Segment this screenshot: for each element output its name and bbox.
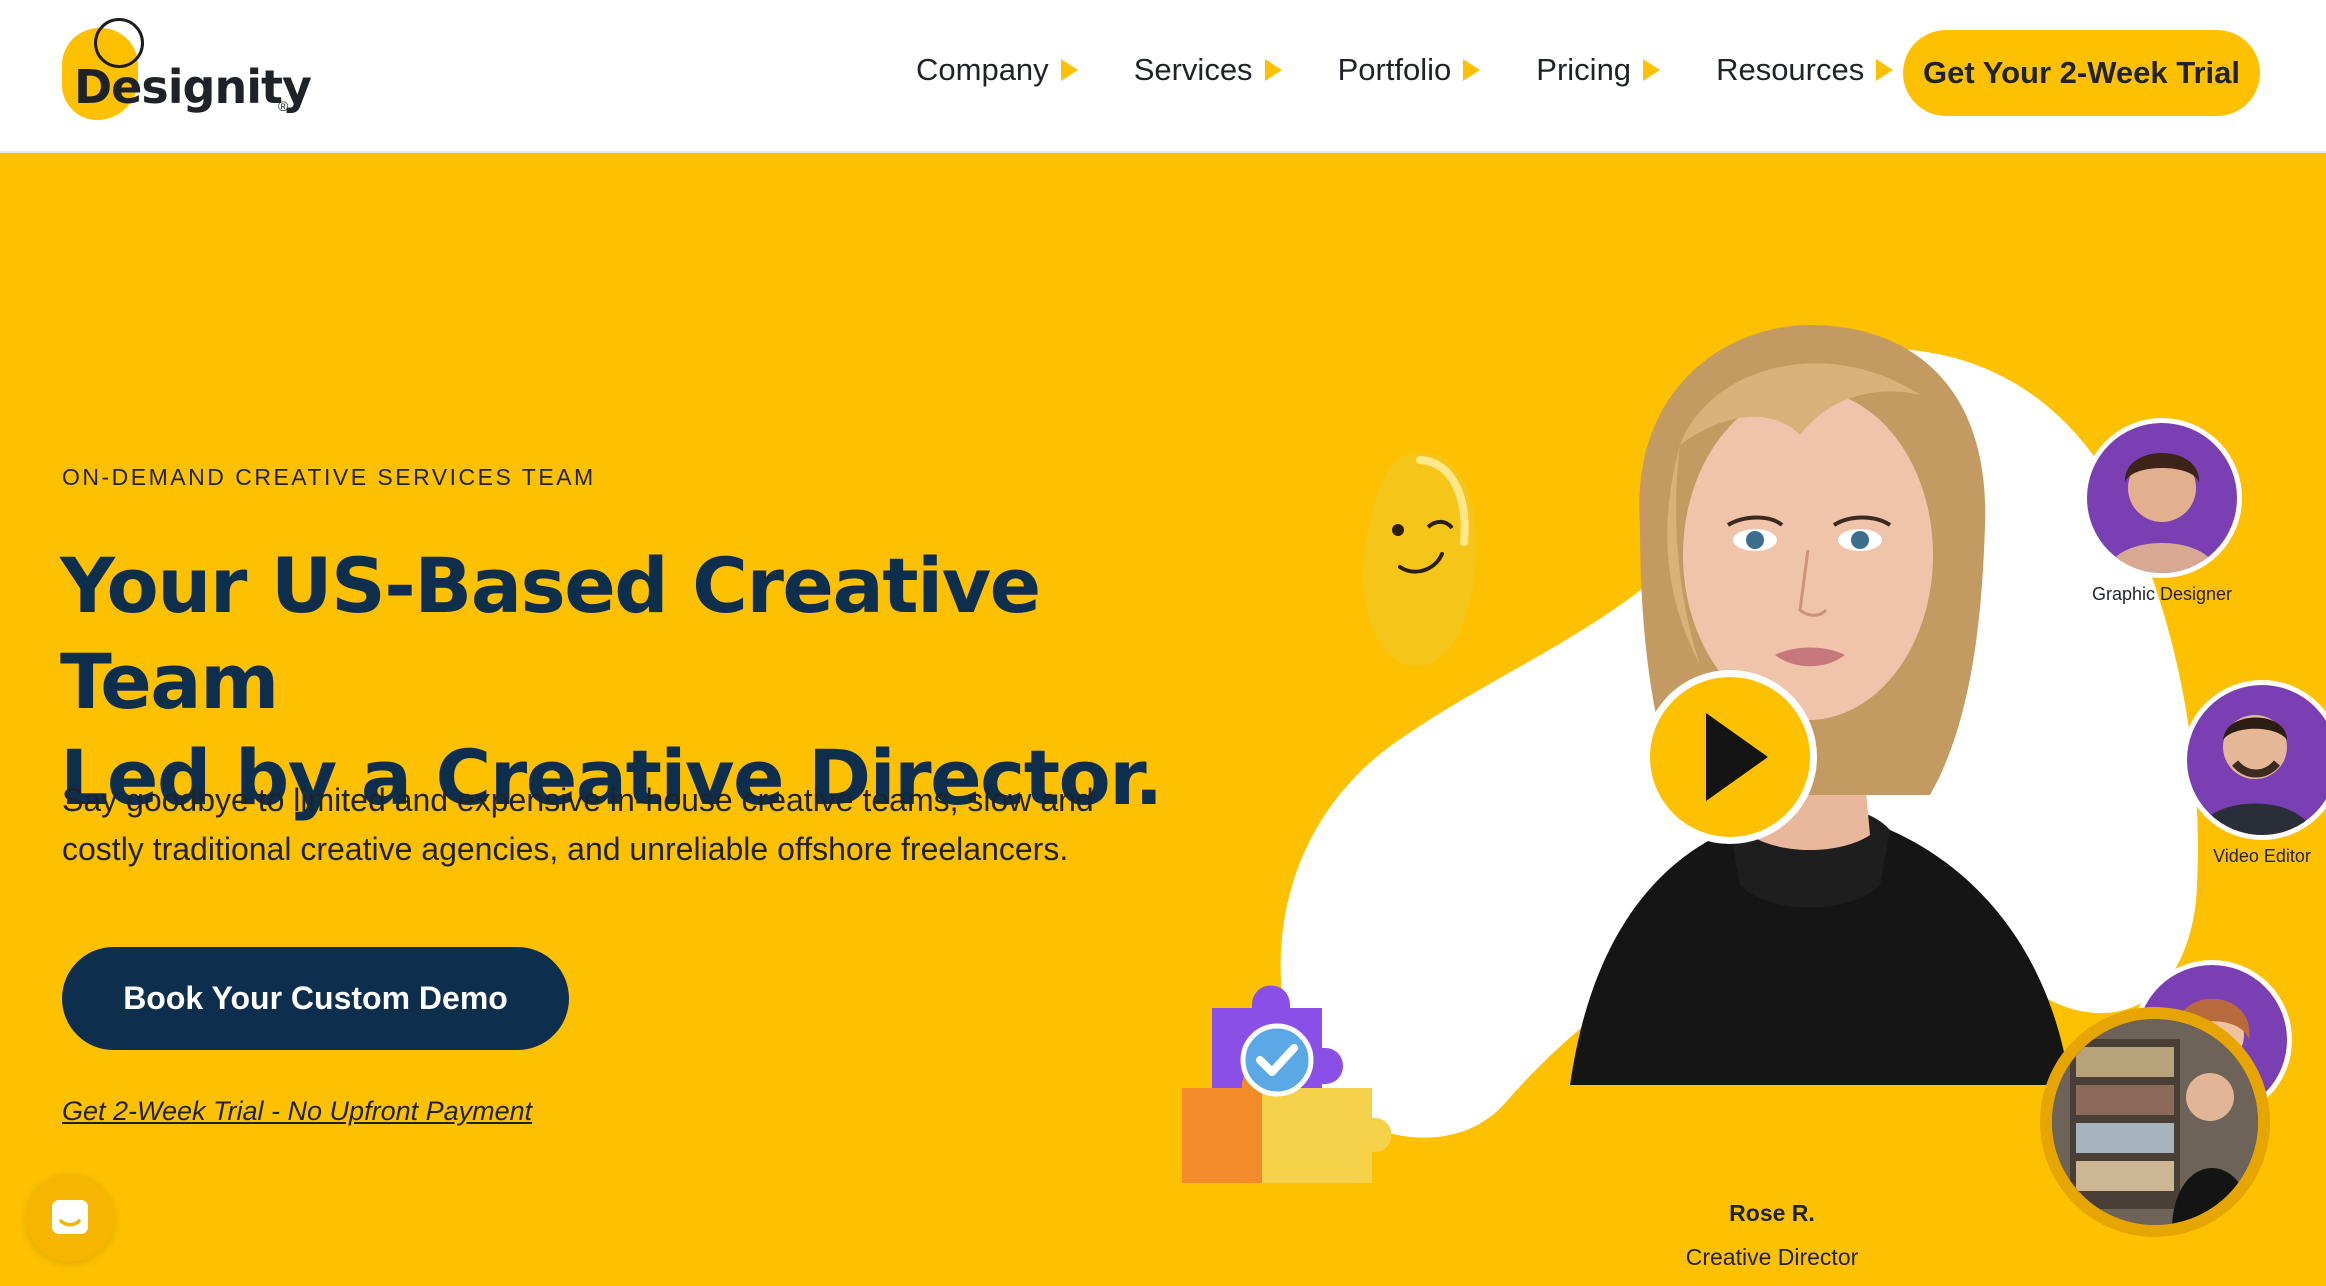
menu-item-label: Resources	[1716, 52, 1865, 87]
triangle-right-icon	[1876, 59, 1894, 81]
featured-role: Creative Director	[1685, 1244, 1859, 1270]
menu-item-services[interactable]: Services	[1134, 52, 1282, 88]
chat-icon	[52, 1200, 88, 1234]
main-menu: Company Services Portfolio Pricing Resou…	[916, 52, 1949, 88]
menu-item-label: Services	[1133, 52, 1253, 87]
menu-item-pricing[interactable]: Pricing	[1536, 52, 1661, 88]
triangle-right-icon	[1643, 59, 1661, 81]
top-navigation: Designity ® Company Services Portfolio P…	[0, 0, 2326, 153]
play-icon	[1706, 713, 1768, 801]
puzzle-pieces-sticker	[1182, 985, 1392, 1183]
triangle-right-icon	[1264, 59, 1282, 81]
menu-item-label: Company	[916, 52, 1049, 87]
video-call-bubble[interactable]	[2040, 1007, 2270, 1237]
headline-line-1: Your US-Based Creative Team	[60, 541, 1041, 726]
book-demo-button[interactable]: Book Your Custom Demo	[62, 947, 569, 1050]
menu-item-portfolio[interactable]: Portfolio	[1338, 52, 1481, 88]
triangle-right-icon	[1060, 59, 1078, 81]
graphic-designer-avatar[interactable]	[2082, 418, 2242, 578]
avatar-photo	[2107, 453, 2217, 573]
trial-link[interactable]: Get 2-Week Trial - No Upfront Payment	[62, 1096, 532, 1127]
hero-subtext: Say goodbye to limited and expensive in-…	[62, 782, 1094, 867]
menu-item-resources[interactable]: Resources	[1716, 52, 1894, 88]
chat-launcher-button[interactable]	[26, 1174, 114, 1262]
menu-item-label: Pricing	[1536, 52, 1632, 87]
triangle-right-icon	[1463, 59, 1481, 81]
avatar-photo	[2197, 715, 2313, 835]
creative-director-portrait	[1570, 325, 2070, 1085]
logo-registered-mark: ®	[278, 98, 289, 114]
designity-logo[interactable]: Designity ®	[60, 18, 312, 128]
menu-item-company[interactable]: Company	[916, 52, 1078, 88]
logo-wordmark: Designity	[74, 60, 312, 114]
video-editor-caption: Video Editor	[2213, 846, 2311, 866]
hero-eyebrow: ON-DEMAND CREATIVE SERVICES TEAM	[62, 464, 596, 490]
menu-item-label: Portfolio	[1337, 52, 1452, 87]
featured-name: Rose R.	[1729, 1200, 1815, 1226]
graphic-designer-caption: Graphic Designer	[2091, 584, 2233, 604]
get-trial-button[interactable]: Get Your 2-Week Trial	[1903, 30, 2260, 116]
play-video-button[interactable]	[1643, 670, 1817, 844]
winking-bean-sticker	[1363, 452, 1477, 667]
bookshelf-video-thumbnail	[2052, 1019, 2258, 1225]
